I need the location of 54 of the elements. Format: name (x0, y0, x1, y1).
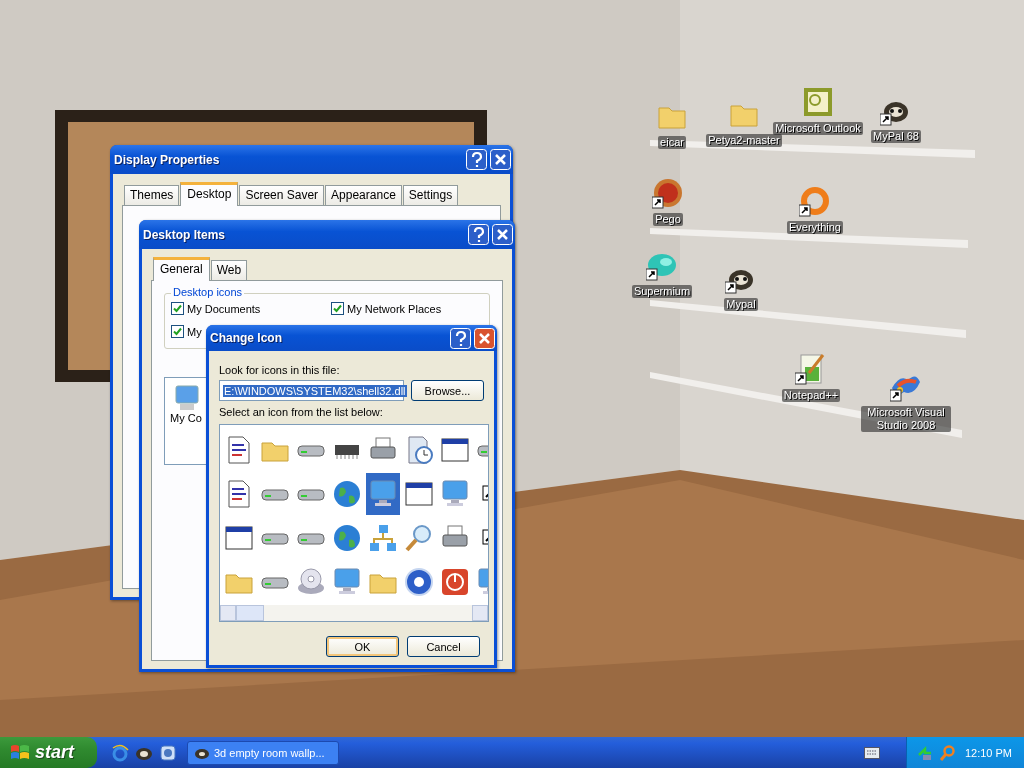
desktop-icon-label[interactable]: Supermium (631, 285, 693, 298)
list-item-label[interactable]: My Co (170, 412, 202, 424)
power-icon[interactable] (439, 566, 471, 598)
flag-logo-icon (10, 743, 30, 762)
cancel-button[interactable]: Cancel (407, 636, 480, 657)
tab[interactable]: General (153, 257, 210, 281)
app-icon[interactable] (159, 743, 177, 762)
window-title: Change Icon (210, 331, 282, 345)
field-label: Look for icons in this file: (219, 364, 341, 376)
clock: 12:10 PM (964, 746, 1012, 759)
desktop-icon-label[interactable]: Notepad++ (781, 389, 841, 402)
shortcut-icon[interactable] (652, 177, 684, 209)
shortcut-icon[interactable] (799, 185, 831, 217)
desktop-icon-label[interactable]: Pego (653, 213, 683, 226)
app-icon[interactable] (802, 86, 834, 118)
tab[interactable]: Screen Saver (239, 185, 325, 205)
checkbox[interactable] (171, 325, 184, 338)
checkbox-label[interactable]: My Documents (187, 302, 261, 315)
network-icon[interactable] (367, 522, 399, 554)
taskbar-button[interactable]: 3d empty room wallp... (187, 740, 339, 765)
close-icon[interactable] (490, 149, 511, 170)
globe-icon[interactable] (331, 478, 363, 510)
list-label: Select an icon from the list below: (219, 406, 384, 418)
group-label: Desktop icons (171, 286, 245, 298)
checkbox[interactable] (171, 302, 184, 315)
close-icon[interactable] (492, 224, 513, 245)
globe-icon[interactable] (331, 522, 363, 554)
tab[interactable]: Web (210, 260, 248, 280)
tab[interactable]: Themes (124, 185, 180, 205)
checkbox-label[interactable]: My Network Places (347, 302, 442, 315)
desktop-icon-label[interactable]: Mypal (724, 298, 758, 311)
desktop-icon-label[interactable]: Everything (787, 221, 843, 234)
close-icon[interactable] (474, 327, 495, 349)
checkbox[interactable] (331, 302, 344, 315)
browser-icon[interactable] (111, 743, 129, 762)
file-path-field[interactable]: E:\WINDOWS\SYSTEM32\shell32.dll (219, 380, 404, 401)
window-title: Display Properties (114, 152, 220, 167)
window-title: Desktop Items (143, 227, 226, 242)
desktop-icon-label[interactable]: Microsoft Outlook (773, 122, 863, 135)
keyboard-icon[interactable] (863, 746, 880, 759)
tab[interactable]: Settings (402, 185, 459, 205)
desktop-icon-label[interactable]: Petya2-master (706, 134, 782, 147)
tab[interactable]: Desktop (180, 182, 239, 206)
checkbox-label[interactable]: My (187, 325, 202, 338)
desktop-icon-label[interactable]: MyPal 68 (871, 130, 921, 143)
desktop-icon-label[interactable]: Microsoft Visual Studio 2008 (861, 406, 951, 432)
browse-button[interactable]: Browse... (411, 380, 484, 401)
start-button[interactable]: start (0, 737, 97, 768)
shortcut-icon[interactable] (795, 353, 827, 385)
desktop-icon-label[interactable]: eicar (658, 136, 686, 149)
computer-icon[interactable] (172, 384, 200, 412)
horizontal-scrollbar[interactable] (220, 605, 488, 621)
ok-button[interactable]: OK (326, 636, 399, 657)
tab[interactable]: Appearance (325, 185, 402, 205)
